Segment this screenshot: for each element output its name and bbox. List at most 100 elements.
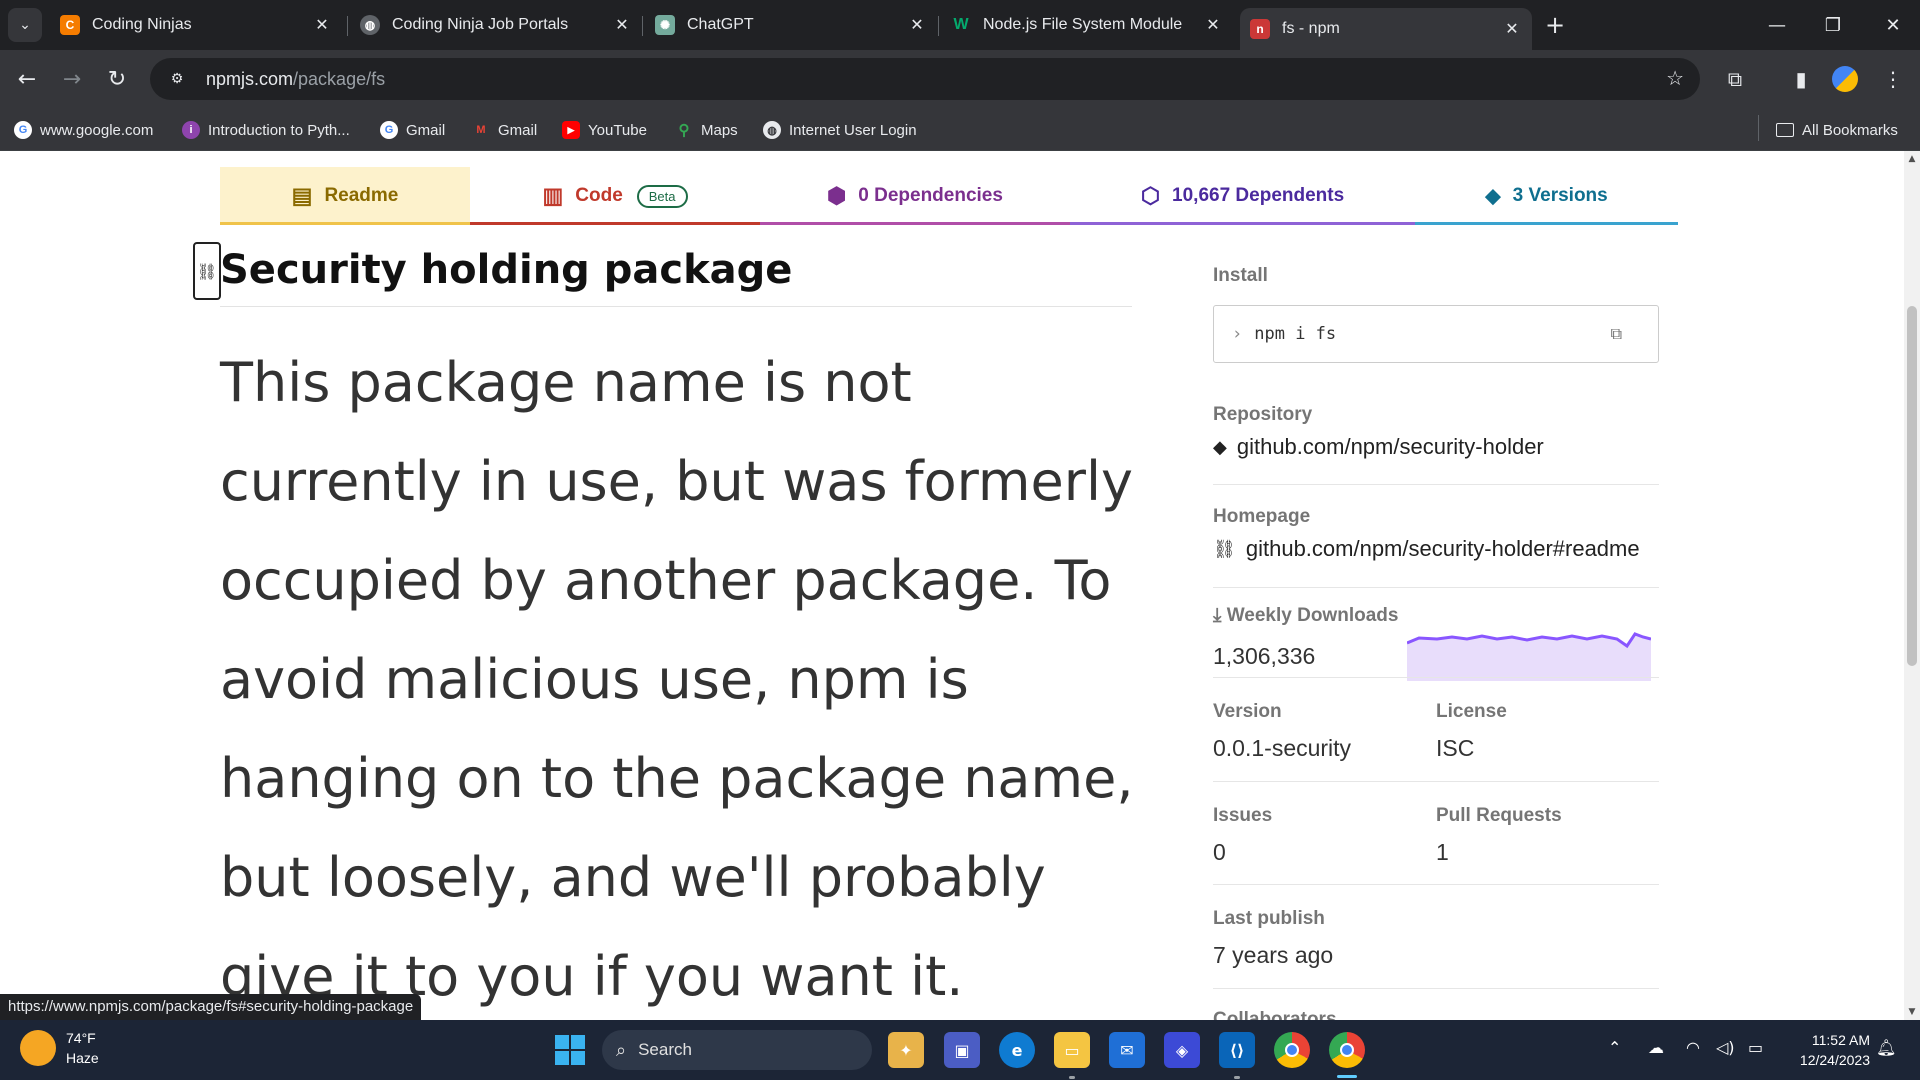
- chrome-icon[interactable]: [1274, 1032, 1310, 1068]
- readme-body: This package name is not currently in us…: [220, 351, 1134, 1008]
- heading-anchor-link[interactable]: ⛓: [193, 242, 221, 300]
- notification-bell-icon[interactable]: 🔔︎: [1876, 1038, 1896, 1057]
- repository-link[interactable]: ◆ github.com/npm/security-holder: [1213, 434, 1544, 460]
- google-icon: G: [14, 121, 32, 139]
- clock[interactable]: 11:52 AM 12/24/2023: [1780, 1030, 1870, 1070]
- bookmark-google[interactable]: Gwww.google.com: [14, 118, 153, 142]
- taskbar-search[interactable]: ⌕ Search: [602, 1030, 872, 1070]
- tab-chatgpt[interactable]: ✺ ChatGPT ✕: [645, 8, 937, 42]
- tab-fs-npm[interactable]: n fs - npm ✕: [1240, 8, 1532, 50]
- bookmark-python-intro[interactable]: i Introduction to Pyth...: [182, 118, 350, 142]
- back-button[interactable]: ←: [10, 62, 44, 96]
- coding-ninjas-icon: C: [60, 15, 80, 35]
- gmail-icon: M: [476, 124, 486, 136]
- readme-heading: Security holding package: [220, 247, 793, 293]
- avatar: [1832, 66, 1858, 92]
- profile-avatar[interactable]: [1828, 62, 1862, 96]
- bookmark-star-icon[interactable]: ☆: [1666, 66, 1684, 90]
- show-hidden-icons[interactable]: ⌃: [1608, 1038, 1621, 1057]
- bookmark-gmail[interactable]: M Gmail: [472, 118, 537, 142]
- issues-value[interactable]: 0: [1213, 839, 1226, 866]
- extensions-icon[interactable]: ⧉: [1718, 62, 1752, 96]
- bookmark-gmail-google[interactable]: G Gmail: [380, 118, 445, 142]
- issues-label: Issues: [1213, 805, 1273, 826]
- tab-underline: [1070, 222, 1415, 225]
- license-value: ISC: [1436, 735, 1475, 761]
- weather-widget[interactable]: 74°F Haze: [20, 1028, 99, 1068]
- side-panel-icon[interactable]: ▮: [1784, 62, 1818, 96]
- pull-requests-value[interactable]: 1: [1436, 839, 1449, 866]
- reload-button[interactable]: ↻: [100, 62, 134, 96]
- all-bookmarks-button[interactable]: All Bookmarks: [1776, 118, 1898, 142]
- divider: [1213, 677, 1659, 678]
- browser-menu-icon[interactable]: ⋮: [1876, 62, 1910, 96]
- bookmark-youtube[interactable]: ▶ YouTube: [562, 118, 647, 142]
- weather-haze-icon: [20, 1030, 56, 1066]
- prompt-icon: ›: [1232, 324, 1243, 344]
- weekly-downloads-label: ⤓ Weekly Downloads: [1213, 605, 1399, 626]
- tab-coding-ninja-job-portals[interactable]: ◍ Coding Ninja Job Portals ✕: [350, 8, 642, 42]
- meet-app-icon[interactable]: ▣: [944, 1032, 980, 1068]
- scroll-down-icon[interactable]: ▼: [1904, 1004, 1920, 1020]
- tab-versions[interactable]: ⬥ 3 Versions: [1415, 167, 1678, 225]
- divider: [1213, 988, 1659, 989]
- new-tab-button[interactable]: +: [1540, 10, 1570, 40]
- close-window-button[interactable]: ✕: [1873, 8, 1913, 42]
- minimize-button[interactable]: —: [1757, 8, 1797, 42]
- youtube-icon: ▶: [562, 121, 580, 139]
- address-bar[interactable]: ⚙ npmjs.com/package/fs ☆: [150, 58, 1700, 100]
- site-settings-icon[interactable]: ⚙: [160, 71, 194, 87]
- tab-code[interactable]: ▥ Code Beta: [470, 167, 760, 225]
- homepage-link[interactable]: ⛓ github.com/npm/security-holder#readme: [1213, 536, 1640, 562]
- edge-icon[interactable]: e: [999, 1032, 1035, 1068]
- version-label: Version: [1213, 701, 1282, 722]
- mail-icon[interactable]: ✉: [1109, 1032, 1145, 1068]
- tab-underline: [470, 222, 760, 225]
- windows-icon: [555, 1035, 585, 1065]
- onedrive-icon[interactable]: ☁: [1648, 1038, 1664, 1057]
- close-tab-icon[interactable]: ✕: [1201, 15, 1225, 35]
- repository-label: Repository: [1213, 404, 1313, 425]
- volume-icon[interactable]: ◁): [1716, 1038, 1735, 1057]
- copilot-app-icon[interactable]: ✦: [888, 1032, 924, 1068]
- file-explorer-icon[interactable]: ▭: [1054, 1032, 1090, 1068]
- link-icon: ⛓: [1213, 538, 1236, 559]
- chatgpt-icon: ✺: [655, 15, 675, 35]
- npm-icon: n: [1250, 19, 1270, 39]
- tab-underline: [1415, 222, 1678, 225]
- tab-dependents[interactable]: ⬡ 10,667 Dependents: [1070, 167, 1415, 225]
- clock-date: 12/24/2023: [1799, 1052, 1870, 1068]
- close-tab-icon[interactable]: ✕: [610, 15, 634, 35]
- bookmarks-separator: [1758, 115, 1759, 141]
- close-tab-icon[interactable]: ✕: [1500, 19, 1524, 39]
- copilot-icon[interactable]: ◈: [1164, 1032, 1200, 1068]
- tab-readme[interactable]: ▤ Readme: [220, 167, 470, 225]
- install-command-box[interactable]: › npm i fs ⧉: [1213, 305, 1659, 363]
- page-scrollbar[interactable]: ▲ ▼: [1904, 151, 1920, 1020]
- close-tab-icon[interactable]: ✕: [310, 15, 334, 35]
- weather-condition: Haze: [66, 1050, 99, 1066]
- scroll-up-icon[interactable]: ▲: [1904, 151, 1920, 167]
- scrollbar-thumb[interactable]: [1907, 306, 1917, 666]
- forward-button[interactable]: →: [55, 62, 89, 96]
- wifi-icon[interactable]: ◠: [1686, 1038, 1700, 1057]
- chrome-active-icon[interactable]: [1329, 1032, 1365, 1068]
- tab-dependencies[interactable]: ⬢ 0 Dependencies: [760, 167, 1070, 225]
- tab-nodejs-fs-module[interactable]: W Node.js File System Module ✕: [941, 8, 1233, 42]
- tab-coding-ninjas[interactable]: C Coding Ninjas ✕: [50, 8, 342, 42]
- battery-icon[interactable]: ▭: [1748, 1038, 1763, 1057]
- bookmark-maps[interactable]: ⚲ Maps: [675, 118, 738, 142]
- windows-taskbar: 74°F Haze ⌕ Search ✦ ▣ e ▭ ✉ ◈ ⟨⟩ ⌃ ☁ ◠ …: [0, 1020, 1920, 1080]
- bookmark-internet-login[interactable]: ◍ Internet User Login: [763, 118, 917, 142]
- folder-icon: [1776, 123, 1794, 137]
- copy-icon[interactable]: ⧉: [1611, 324, 1622, 344]
- start-button[interactable]: [552, 1032, 588, 1068]
- npm-package-page: ▤ Readme ▥ Code Beta ⬢ 0 Dependencies ⬡ …: [0, 151, 1904, 1020]
- restore-button[interactable]: ❐: [1813, 8, 1853, 42]
- tab-separator: [642, 16, 643, 36]
- close-tab-icon[interactable]: ✕: [905, 15, 929, 35]
- tab-search-button[interactable]: ⌄: [8, 8, 42, 42]
- vscode-icon[interactable]: ⟨⟩: [1219, 1032, 1255, 1068]
- w3schools-icon: W: [953, 16, 969, 33]
- beta-badge: Beta: [636, 184, 688, 208]
